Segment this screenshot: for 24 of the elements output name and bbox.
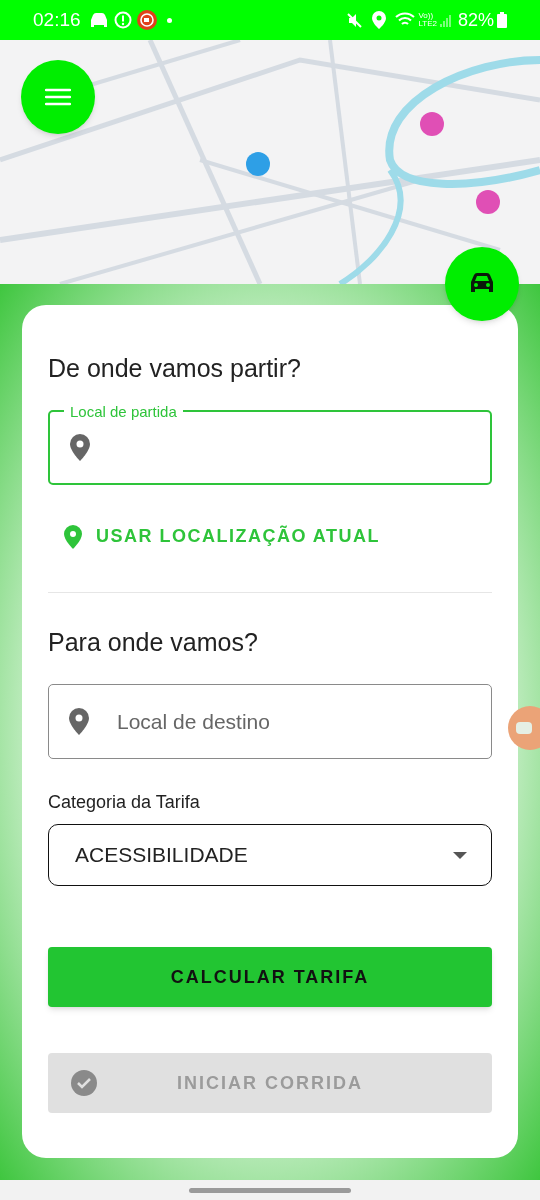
network-label: Vo)): [418, 12, 434, 20]
location-pin-icon: [70, 434, 90, 461]
location-pin-icon: [69, 708, 89, 735]
section-title: Para onde vamos?: [48, 627, 259, 657]
location-icon: [372, 11, 387, 29]
battery-percent: 82%: [457, 8, 494, 32]
battery-icon: [497, 12, 507, 28]
home-handle[interactable]: [189, 1187, 351, 1193]
alert-icon: [113, 11, 132, 29]
section-title: De onde vamos partir?: [48, 353, 302, 383]
calculate-fare-button[interactable]: CALCULAR TARIFA: [48, 947, 492, 1007]
fare-dropdown[interactable]: ACESSIBILIDADE: [48, 824, 492, 886]
input-field[interactable]: Local de destino: [48, 684, 492, 759]
network-label: LTE2: [418, 20, 437, 28]
car-icon: [89, 12, 108, 28]
location-pin-icon: [64, 524, 82, 549]
menu-icon: [45, 87, 71, 107]
clock-text: 02:16: [33, 7, 81, 32]
recorder-icon: [136, 10, 157, 30]
mute-icon: [346, 11, 364, 29]
signal-icon: [439, 13, 452, 27]
dropdown-caret-icon: [453, 851, 467, 859]
check-circle-icon: [71, 1070, 97, 1096]
field-label: Categoria da Tarifa: [48, 791, 201, 814]
